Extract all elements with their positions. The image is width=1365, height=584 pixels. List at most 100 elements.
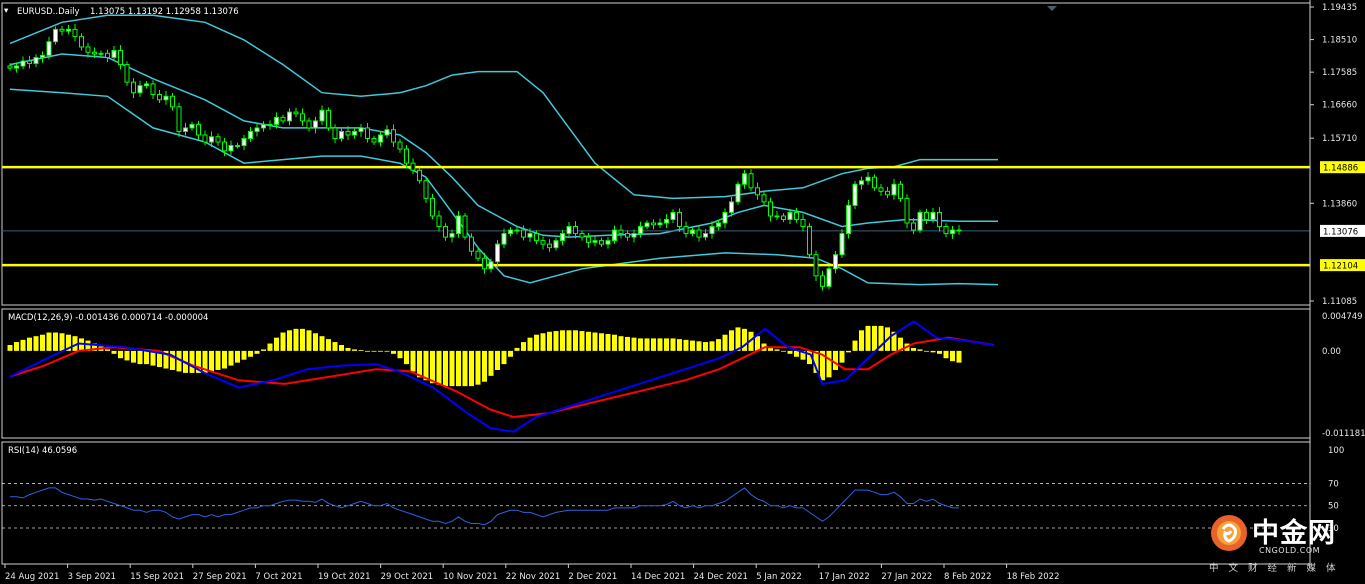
candle-bull[interactable] [592,240,598,243]
candle-bull[interactable] [644,222,650,228]
candle-bear[interactable] [423,180,429,199]
candle-bear[interactable] [410,162,416,171]
candle-bear[interactable] [755,187,760,196]
candle-bear[interactable] [885,190,890,196]
candle-bull[interactable] [267,123,273,126]
candle-bull[interactable] [111,49,117,59]
candle-bull[interactable] [930,211,936,220]
candle-bear[interactable] [651,222,656,226]
candle-bear[interactable] [391,129,396,143]
candle-bear[interactable] [761,194,767,203]
candle-bull[interactable] [384,129,390,136]
candle-bear[interactable] [677,211,682,228]
candle-bear[interactable] [443,226,448,238]
candle-bear[interactable] [820,275,825,287]
candle-bull[interactable] [735,183,741,203]
candle-bear[interactable] [586,236,591,243]
candle-bear[interactable] [540,240,546,245]
candle-bear[interactable] [800,218,806,228]
candle-bear[interactable] [625,233,630,238]
candle-bear[interactable] [92,51,97,55]
candle-bull[interactable] [183,127,188,132]
candle-bull[interactable] [631,233,637,238]
candle-bear[interactable] [878,187,884,192]
candle-bear[interactable] [462,215,468,238]
candle-bull[interactable] [33,57,39,65]
candle-bear[interactable] [326,109,331,129]
candle-bear[interactable] [222,141,227,152]
candle-bull[interactable] [66,28,71,32]
candle-bear[interactable] [618,229,624,235]
candle-bear[interactable] [781,215,786,220]
candle-bear[interactable] [956,229,962,232]
candle-bull[interactable] [358,127,364,132]
candle-bear[interactable] [521,229,526,238]
candle-bull[interactable] [865,176,871,182]
candle-bull[interactable] [560,233,565,242]
candle-bull[interactable] [839,233,845,256]
candle-bull[interactable] [228,145,234,152]
candle-bull[interactable] [501,233,507,245]
candle-bear[interactable] [904,197,910,224]
candle-bear[interactable] [475,250,481,259]
candle-bear[interactable] [482,257,487,270]
candle-bull[interactable] [852,183,858,206]
candle-bull[interactable] [709,226,715,235]
candle-bear[interactable] [27,60,32,65]
candle-bear[interactable] [157,93,162,101]
candle-bear[interactable] [59,28,65,32]
candle-bull[interactable] [14,65,19,69]
candle-bear[interactable] [280,116,286,122]
candle-bull[interactable] [40,54,45,59]
candle-bull[interactable] [163,95,169,101]
candle-bull[interactable] [774,215,780,218]
candle-bear[interactable] [118,49,123,66]
candle-bull[interactable] [527,233,533,238]
candle-bull[interactable] [729,201,734,213]
candle-bull[interactable] [917,211,923,231]
candle-bear[interactable] [768,201,773,217]
candle-bear[interactable] [696,229,702,238]
candle-bear[interactable] [436,215,442,228]
candle-bull[interactable] [449,233,455,238]
candle-bull[interactable] [833,254,838,270]
candle-bull[interactable] [20,60,26,67]
candle-bear[interactable] [72,28,78,37]
candle-bear[interactable] [937,211,942,228]
candle-bull[interactable] [612,229,617,242]
candle-bear[interactable] [150,83,156,95]
candle-bull[interactable] [352,130,357,136]
candle-bull[interactable] [339,130,344,140]
candle-bull[interactable] [859,180,864,185]
candle-bear[interactable] [85,46,91,53]
candle-bull[interactable] [488,261,494,270]
candle-bull[interactable] [891,183,897,196]
candle-bull[interactable] [144,83,149,87]
candle-bull[interactable] [189,123,195,129]
candle-bull[interactable] [274,116,279,125]
candle-bull[interactable] [248,130,253,140]
candle-bear[interactable] [813,254,819,277]
candle-bull[interactable] [566,226,572,235]
candle-bear[interactable] [898,183,903,199]
candle-bear[interactable] [924,211,929,220]
candle-bull[interactable] [664,218,669,224]
candle-bear[interactable] [196,123,201,136]
symbol-dropdown-icon[interactable]: ▾ [4,6,9,16]
candle-bear[interactable] [547,243,552,249]
candle-bull[interactable] [235,145,240,148]
candle-bear[interactable] [300,113,305,122]
candle-bear[interactable] [306,120,312,129]
candle-bull[interactable] [508,229,513,235]
candle-bear[interactable] [365,127,370,140]
candle-bull[interactable] [46,41,52,56]
candle-bear[interactable] [417,169,422,182]
candle-bull[interactable] [137,85,143,94]
candle-bear[interactable] [332,127,338,140]
candle-bull[interactable] [846,204,851,235]
candle-bear[interactable] [872,176,877,189]
candle-bear[interactable] [170,95,175,108]
candle-bear[interactable] [748,173,754,189]
candle-bear[interactable] [293,111,299,115]
candle-bull[interactable] [261,123,266,129]
